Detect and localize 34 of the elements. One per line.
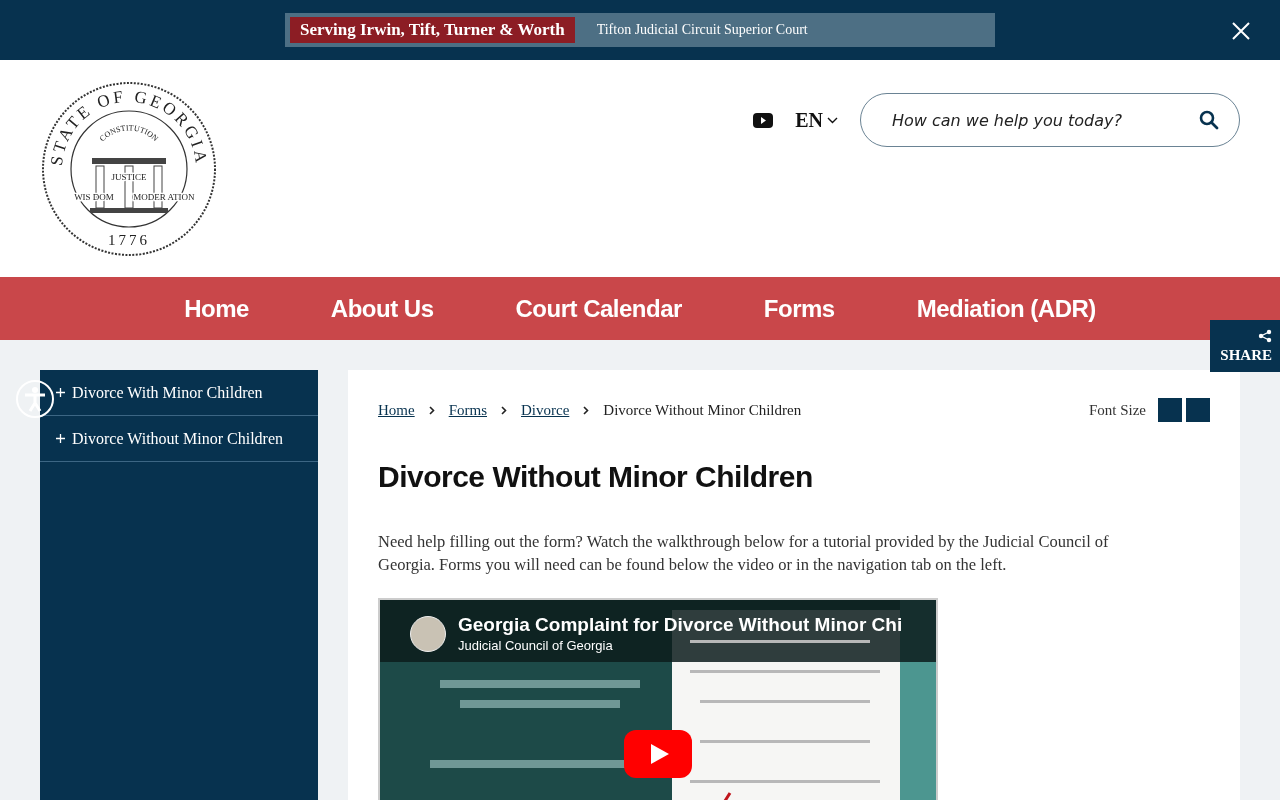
nav-link[interactable]: Home bbox=[143, 294, 290, 323]
chevron-icon bbox=[428, 405, 435, 415]
video-play-icon[interactable] bbox=[753, 112, 774, 128]
search-icon[interactable] bbox=[1199, 110, 1219, 130]
intro-paragraph: Need help filling out the form? Watch the walkthrough below for a tutorial provided by the Judicial Council of Georgia. Forms you will need can be found below the video or in the navigation tab on the left. bbox=[378, 531, 1110, 576]
sidebar-item-label: Divorce Without Minor Children bbox=[72, 429, 284, 448]
sidebar-item-label: Divorce With Minor Children bbox=[72, 383, 263, 402]
accessibility-icon[interactable] bbox=[16, 380, 54, 418]
region-badge: Serving Irwin, Tift, Turner & Worth bbox=[290, 17, 575, 43]
nav-link[interactable]: Forms bbox=[722, 294, 876, 323]
language-selector[interactable]: EN bbox=[795, 108, 838, 132]
nav-link[interactable]: About Us bbox=[289, 294, 475, 323]
video-player[interactable]: Georgia Complaint for Divorce Without Minor Chi Judicial Council of Georgia bbox=[378, 598, 938, 800]
nav-link[interactable]: Mediation (ADR) bbox=[875, 294, 1137, 323]
chevron-icon bbox=[501, 405, 507, 415]
close-button[interactable] bbox=[1230, 20, 1252, 42]
sidebar-item[interactable]: Divorce Without Minor Children bbox=[40, 416, 318, 462]
nav-link[interactable]: Court Calendar bbox=[474, 294, 723, 323]
breadcrumb-link[interactable]: Divorce bbox=[521, 401, 570, 419]
channel-name[interactable]: Judicial Council of Georgia bbox=[458, 638, 613, 653]
alert-text: Tifton Judicial Circuit Superior Court bbox=[596, 22, 808, 38]
play-button-icon[interactable] bbox=[624, 730, 692, 778]
video-title[interactable]: Georgia Complaint for Divorce Without Minor Chi bbox=[458, 614, 903, 636]
chevron-icon bbox=[583, 405, 590, 415]
share-icon bbox=[1258, 328, 1272, 343]
font-size-label: Font Size bbox=[1088, 401, 1146, 419]
page-title: Divorce Without Minor Children bbox=[378, 460, 814, 494]
search-field[interactable]: How can we help you today? bbox=[890, 109, 1199, 131]
breadcrumb-current: Divorce Without Minor Children bbox=[603, 401, 802, 419]
caret-icon bbox=[827, 116, 838, 124]
breadcrumb-link[interactable]: Forms bbox=[448, 401, 487, 419]
share-button[interactable]: SHARE bbox=[1210, 320, 1280, 372]
breadcrumb-link[interactable]: Home bbox=[378, 401, 415, 419]
sidebar-item[interactable]: Divorce With Minor Children bbox=[40, 370, 318, 416]
